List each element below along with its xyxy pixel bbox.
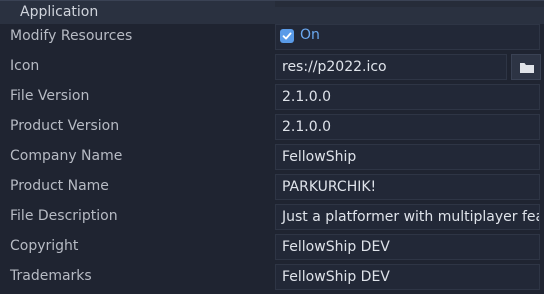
property-row-file-description: File Description Just a platformer with … [0,202,544,232]
property-label: Icon [10,58,40,74]
property-label: Trademarks [10,268,92,284]
product-version-field[interactable]: 2.1.0.0 [275,114,540,140]
field-value: res://p2022.ico [282,59,387,75]
field-value: FellowShip [282,149,357,165]
icon-path-field[interactable]: res://p2022.ico [275,54,507,80]
folder-icon [520,63,534,73]
property-row-company-name: Company Name FellowShip [0,142,544,172]
field-value: 2.1.0.0 [282,89,331,105]
company-name-field[interactable]: FellowShip [275,144,540,170]
field-value: FellowShip DEV [282,239,390,255]
field-value: PARKURCHIK! [282,179,377,195]
file-description-field[interactable]: Just a platformer with multiplayer fea [275,204,540,230]
property-label: Product Version [10,118,120,134]
checkbox-label: On [300,27,320,43]
property-row-copyright: Copyright FellowShip DEV [0,232,544,262]
section-header-field-stub [275,1,544,7]
property-row-file-version: File Version 2.1.0.0 [0,82,544,112]
section-header-application[interactable]: Application [0,0,544,24]
export-options-panel: Application Modify Resources On Icon res… [0,0,544,294]
product-name-field[interactable]: PARKURCHIK! [275,174,540,200]
property-label: File Version [10,88,90,104]
property-label: Product Name [10,178,109,194]
file-version-field[interactable]: 2.1.0.0 [275,84,540,110]
property-label: Company Name [10,148,123,164]
property-label: File Description [10,208,118,224]
section-title: Application [20,4,99,20]
field-value: FellowShip DEV [282,269,390,285]
property-row-icon: Icon res://p2022.ico [0,52,544,82]
browse-icon-button[interactable] [511,54,541,80]
field-value: Just a platformer with multiplayer fea [282,209,540,225]
property-label: Copyright [10,238,79,254]
property-row-trademarks: Trademarks FellowShip DEV [0,262,544,292]
trademarks-field[interactable]: FellowShip DEV [275,264,540,290]
property-row-modify-resources: Modify Resources On [0,22,544,52]
property-row-product-version: Product Version 2.1.0.0 [0,112,544,142]
property-label: Modify Resources [10,28,133,44]
field-value: 2.1.0.0 [282,119,331,135]
checkmark-icon [280,29,294,43]
property-field: On [275,24,540,50]
copyright-field[interactable]: FellowShip DEV [275,234,540,260]
property-row-product-name: Product Name PARKURCHIK! [0,172,544,202]
